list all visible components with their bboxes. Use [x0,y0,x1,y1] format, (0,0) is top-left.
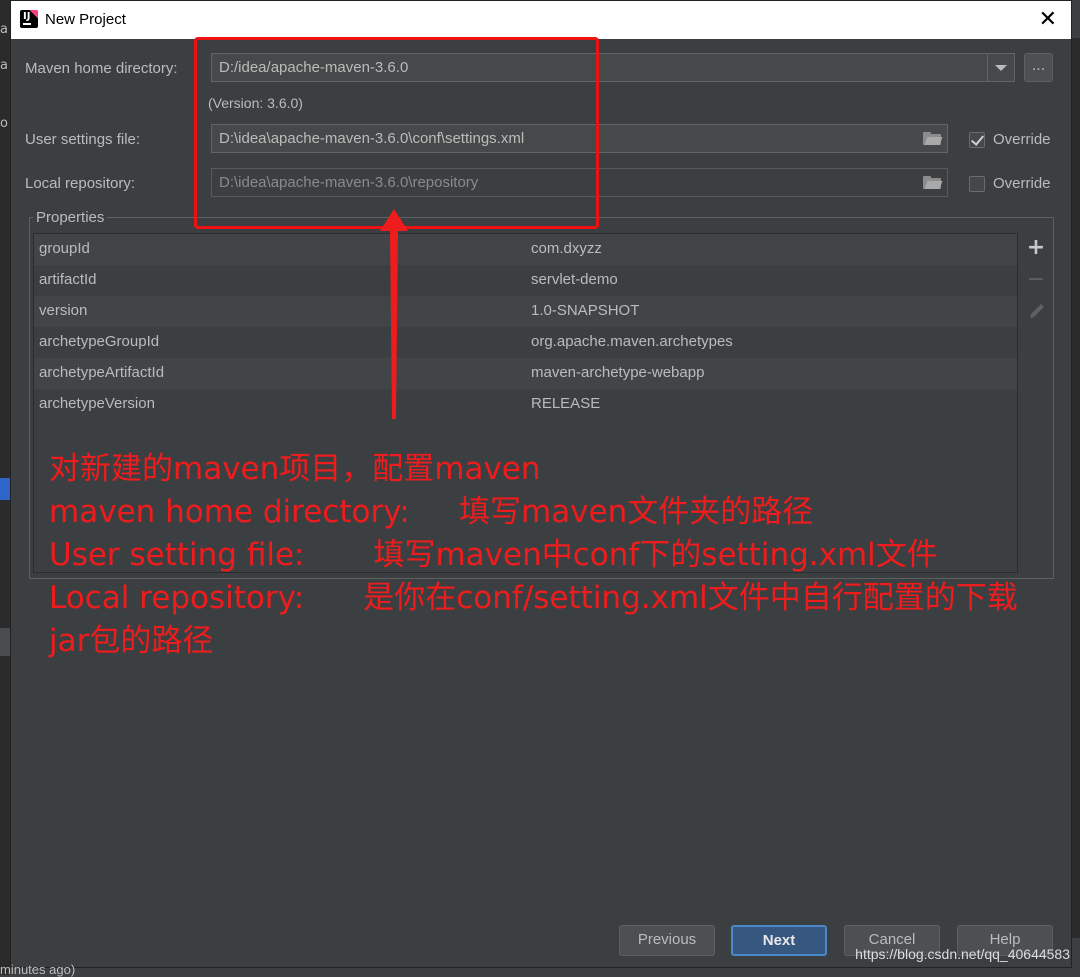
close-icon[interactable]: ✕ [1039,7,1057,32]
background-text: o [0,116,8,131]
annotation-arrow-icon [380,209,408,419]
watermark-text: https://blog.csdn.net/qq_40644583 [855,946,1070,962]
local-repository-override-label[interactable]: Override [993,175,1051,192]
title-bar: IJ New Project ✕ [11,1,1071,39]
chevron-down-icon[interactable] [987,54,1014,81]
background-block [0,628,10,656]
table-row[interactable]: groupId com.dxyzz [34,234,1017,265]
next-button[interactable]: Next [731,925,827,956]
property-key: archetypeArtifactId [39,364,165,381]
background-ide-strip-right [1072,38,1080,938]
property-key: archetypeGroupId [39,333,160,350]
table-row[interactable]: archetypeVersion RELEASE [34,389,1017,420]
local-repository-override-checkbox[interactable] [969,176,985,192]
property-value: maven-archetype-webapp [531,364,705,381]
annotation-line: 对新建的maven项目，配置maven [49,451,541,487]
annotation-line: User setting file: 填写maven中conf下的setting… [49,537,938,573]
property-key: version [39,302,88,319]
user-settings-label: User settings file: [25,131,141,148]
annotation-line: maven home directory: 填写maven文件夹的路径 [49,494,814,530]
properties-title: Properties [33,209,108,226]
intellij-app-icon: IJ [20,10,38,28]
property-value: RELEASE [531,395,601,412]
property-key: archetypeVersion [39,395,155,412]
property-key: groupId [39,240,90,257]
property-value: servlet-demo [531,271,618,288]
annotation-text: 对新建的maven项目，配置maven maven home directory:… [49,448,1018,663]
previous-button[interactable]: Previous [619,925,715,956]
properties-toolbar: + − [1019,233,1053,573]
background-text: a [0,22,8,37]
property-value: 1.0-SNAPSHOT [531,302,640,319]
maven-home-label: Maven home directory: [25,60,178,77]
property-key: artifactId [39,271,97,288]
background-ide-strip: a a o [0,0,10,975]
window-title: New Project [45,11,126,28]
user-settings-override-checkbox[interactable] [969,132,985,148]
remove-property-icon[interactable]: − [1019,267,1053,297]
annotation-highlight-box [194,37,599,229]
add-property-icon[interactable]: + [1019,235,1053,265]
property-value: com.dxyzz [531,240,602,257]
background-text: a [0,58,8,73]
browse-maven-home-button[interactable]: ... [1024,53,1053,82]
table-row[interactable]: version 1.0-SNAPSHOT [34,296,1017,327]
annotation-line: jar包的路径 [49,623,214,659]
local-repository-label: Local repository: [25,175,136,192]
edit-property-icon[interactable] [1019,297,1053,327]
check-icon [970,132,985,146]
table-row[interactable]: artifactId servlet-demo [34,265,1017,296]
annotation-line: Local repository: 是你在conf/setting.xml文件中… [49,580,1018,616]
property-value: org.apache.maven.archetypes [531,333,733,350]
folder-icon[interactable] [923,132,943,145]
new-project-dialog: IJ New Project ✕ Maven home directory: D… [10,0,1072,968]
table-row[interactable]: archetypeGroupId org.apache.maven.archet… [34,327,1017,358]
table-row[interactable]: archetypeArtifactId maven-archetype-weba… [34,358,1017,389]
folder-icon[interactable] [923,176,943,189]
user-settings-override-label[interactable]: Override [993,131,1051,148]
background-selection [0,478,10,500]
